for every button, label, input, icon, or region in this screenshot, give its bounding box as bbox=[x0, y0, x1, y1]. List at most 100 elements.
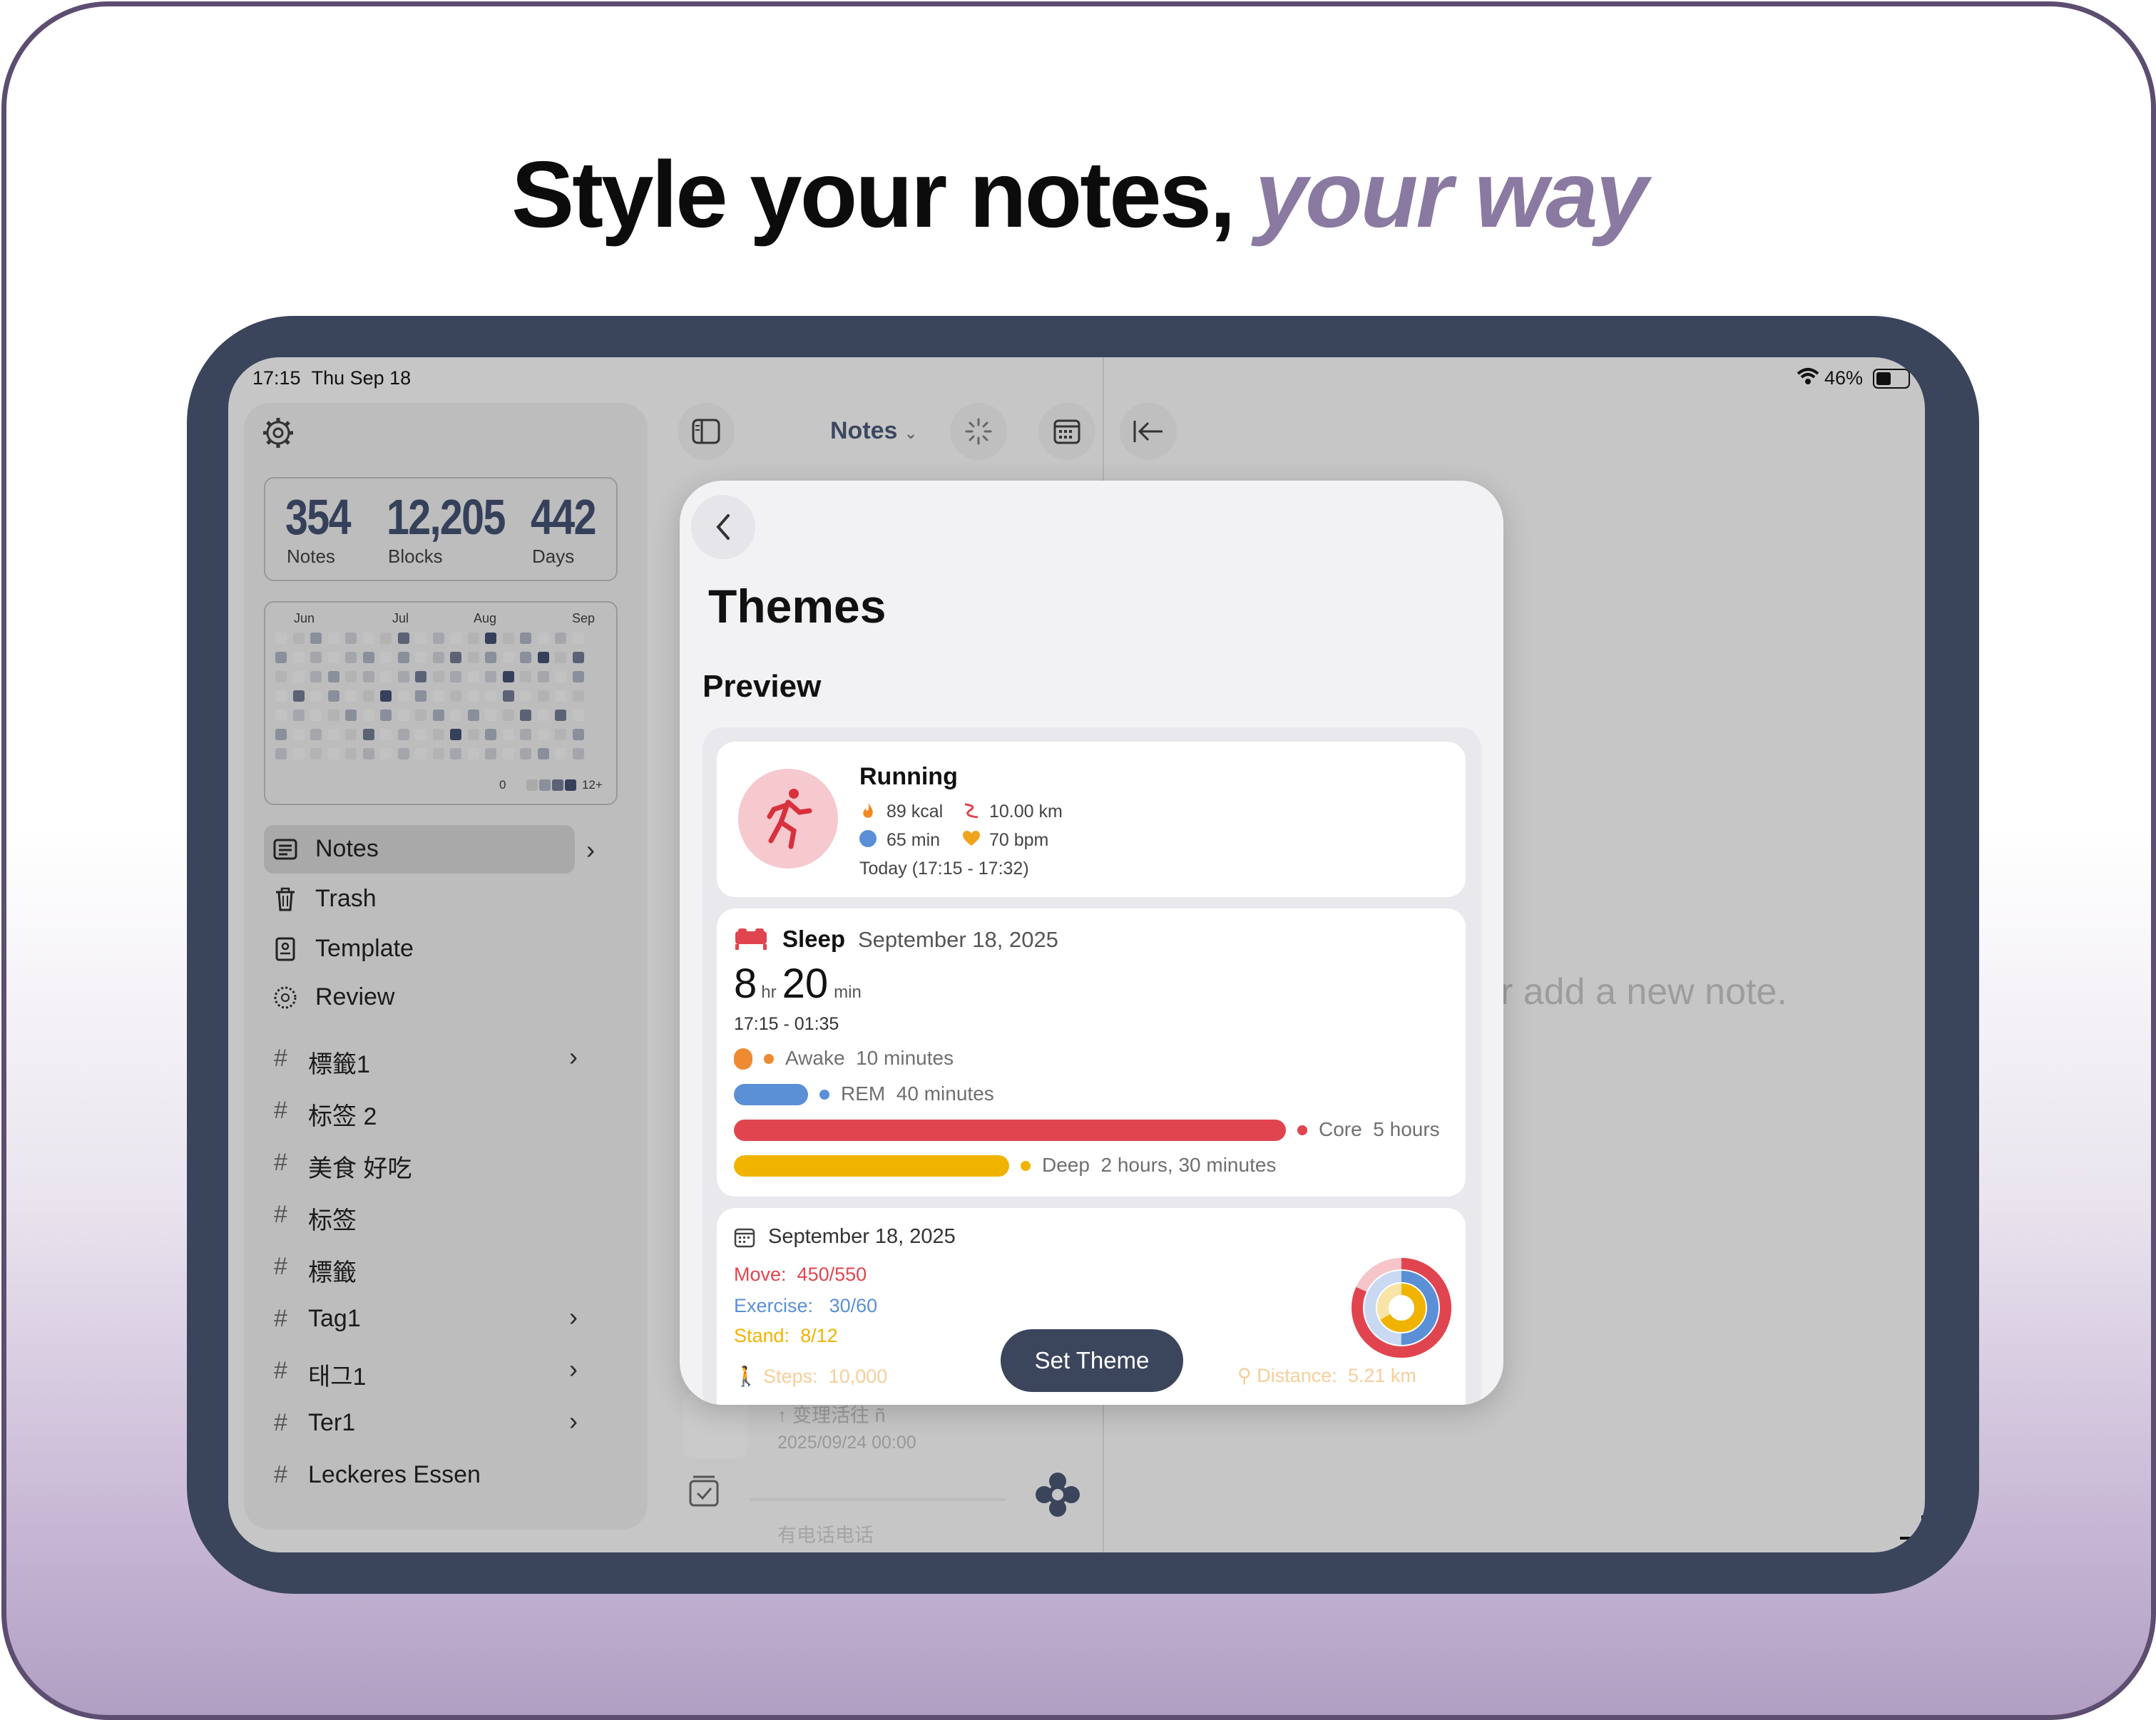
note-title[interactable]: 有电话电话 bbox=[777, 1520, 874, 1547]
tag-item[interactable]: # 標籤1 › bbox=[264, 1038, 606, 1080]
heatmap-cell bbox=[327, 690, 339, 702]
sleep-card: Sleep September 18, 2025 8 hr 20 min 17:15 … bbox=[717, 908, 1466, 1197]
heatmap-cell bbox=[292, 748, 305, 759]
heatmap-cell bbox=[485, 729, 496, 740]
wifi-icon bbox=[1796, 366, 1820, 391]
sleep-bar-awake bbox=[734, 1048, 752, 1070]
heatmap-cell bbox=[415, 633, 426, 644]
heatmap-cell bbox=[537, 748, 549, 759]
notes-title-dropdown[interactable]: Notes ⌄ bbox=[830, 417, 917, 445]
chevron-right-icon: › bbox=[569, 1406, 578, 1435]
heatmap-cell bbox=[310, 652, 322, 663]
heatmap-cell bbox=[275, 652, 287, 663]
stage-name: Core bbox=[1319, 1118, 1362, 1140]
stage-value: 2 hours, 30 minutes bbox=[1100, 1154, 1277, 1176]
heatmap-cell bbox=[397, 748, 409, 759]
tag-item[interactable]: # 标签 2 bbox=[264, 1090, 606, 1132]
sync-button[interactable] bbox=[950, 403, 1007, 460]
sidebar-toggle-button[interactable] bbox=[678, 403, 735, 460]
hash-icon: # bbox=[274, 1045, 287, 1072]
exercise-ring-stat: Exercise: 30/60 bbox=[734, 1295, 877, 1317]
collapse-panel-button[interactable] bbox=[1120, 403, 1177, 460]
heatmap-cell bbox=[327, 671, 339, 682]
heatmap-cell bbox=[275, 729, 287, 740]
stage-value: 10 minutes bbox=[856, 1047, 954, 1069]
heatmap-cell bbox=[432, 729, 444, 740]
back-button[interactable] bbox=[691, 495, 755, 559]
sleep-range: 17:15 - 01:35 bbox=[734, 1014, 839, 1034]
heart-icon bbox=[962, 830, 981, 851]
heatmap-cell bbox=[467, 633, 479, 644]
tag-item[interactable]: # 标签 bbox=[264, 1194, 606, 1237]
heatmap-cell bbox=[520, 652, 531, 663]
heatmap-cell bbox=[345, 729, 357, 740]
heatmap-cell bbox=[502, 671, 514, 682]
tablet-device: 17:15 Thu Sep 18 46% 354 Notes 12,205 Bl… bbox=[187, 316, 1979, 1594]
chevron-right-icon: › bbox=[586, 835, 595, 864]
heatmap-cell bbox=[292, 671, 305, 682]
heatmap-month: Jun bbox=[294, 611, 315, 625]
heatmap-cell bbox=[362, 710, 374, 721]
tag-item[interactable]: # 標籤 bbox=[264, 1246, 606, 1289]
activity-heatmap: Jun Jul Aug Sep 0 12+ bbox=[264, 601, 618, 805]
empty-state-hint: r add a new note. bbox=[1501, 971, 1787, 1013]
heatmap-cell bbox=[467, 671, 479, 682]
checklist-icon[interactable] bbox=[686, 1473, 736, 1522]
heatmap-cell bbox=[275, 690, 287, 702]
heatmap-cell bbox=[502, 748, 514, 759]
tag-item[interactable]: # Leckeres Essen bbox=[264, 1454, 606, 1497]
calendar-button[interactable] bbox=[1038, 403, 1095, 460]
heatmap-cell bbox=[555, 671, 566, 682]
heatmap-cell bbox=[572, 748, 584, 759]
heatmap-cell bbox=[537, 652, 549, 663]
deep-dot bbox=[1021, 1161, 1031, 1171]
heatmap-cell bbox=[572, 652, 584, 663]
tag-item[interactable]: # 태그1 › bbox=[264, 1350, 606, 1393]
heatmap-cell bbox=[362, 748, 374, 759]
tag-item[interactable]: # Ter1 › bbox=[264, 1402, 606, 1445]
status-time-text: 17:15 bbox=[252, 367, 301, 389]
heatmap-cell bbox=[485, 748, 496, 759]
heatmap-cell bbox=[380, 729, 392, 740]
heatmap-cell bbox=[415, 748, 426, 759]
awake-dot bbox=[764, 1054, 774, 1064]
sidebar-item-notes[interactable]: Notes › bbox=[264, 825, 595, 874]
heatmap-cell bbox=[397, 729, 409, 740]
stage-value: 5 hours bbox=[1373, 1118, 1440, 1140]
compose-button[interactable] bbox=[1034, 1471, 1081, 1518]
sleep-stage-rem: REM 40 minutes bbox=[841, 1082, 994, 1105]
heatmap-cell bbox=[362, 729, 374, 740]
sleep-bar-core bbox=[734, 1120, 1286, 1141]
heatmap-cell bbox=[415, 710, 426, 721]
steps-stat: 🚶 Steps: 10,000 bbox=[734, 1366, 888, 1387]
set-theme-button[interactable]: Set Theme bbox=[1001, 1329, 1183, 1392]
running-time: Today (17:15 - 17:32) bbox=[859, 859, 1029, 879]
heatmap-cell bbox=[362, 633, 374, 644]
heatmap-cell bbox=[520, 729, 531, 740]
sidebar-item-template[interactable]: Template bbox=[264, 925, 575, 973]
heatmap-cell bbox=[432, 633, 444, 644]
sidebar-item-review[interactable]: Review bbox=[264, 973, 575, 1022]
tag-item[interactable]: # 美食 好吃 bbox=[264, 1142, 606, 1184]
trash-icon bbox=[272, 886, 298, 912]
sidebar-item-trash[interactable]: Trash bbox=[264, 875, 575, 923]
gear-icon[interactable] bbox=[261, 416, 295, 454]
stat-blocks-label: Blocks bbox=[388, 546, 443, 567]
heatmap-cell bbox=[292, 729, 305, 740]
headline: Style your notes, your way bbox=[6, 140, 2151, 248]
heatmap-cell bbox=[345, 748, 357, 759]
tag-item[interactable]: # Tag1 › bbox=[264, 1298, 606, 1341]
core-dot bbox=[1297, 1125, 1307, 1135]
running-card: Running 89 kcal 10.00 km 65 min 70 bpm T… bbox=[717, 742, 1466, 897]
heatmap-cell bbox=[310, 690, 322, 702]
heatmap-cell bbox=[310, 729, 322, 740]
hash-icon: # bbox=[274, 1357, 287, 1384]
hash-icon: # bbox=[274, 1305, 287, 1332]
heatmap-cell bbox=[537, 729, 549, 740]
heatmap-cell bbox=[397, 671, 409, 682]
sleep-stage-deep: Deep 2 hours, 30 minutes bbox=[1042, 1154, 1276, 1177]
heatmap-cell bbox=[380, 710, 392, 721]
tablet-screen: 17:15 Thu Sep 18 46% 354 Notes 12,205 Bl… bbox=[228, 357, 1925, 1552]
stat-notes-value: 354 bbox=[285, 489, 351, 545]
heatmap-cell bbox=[327, 633, 339, 644]
